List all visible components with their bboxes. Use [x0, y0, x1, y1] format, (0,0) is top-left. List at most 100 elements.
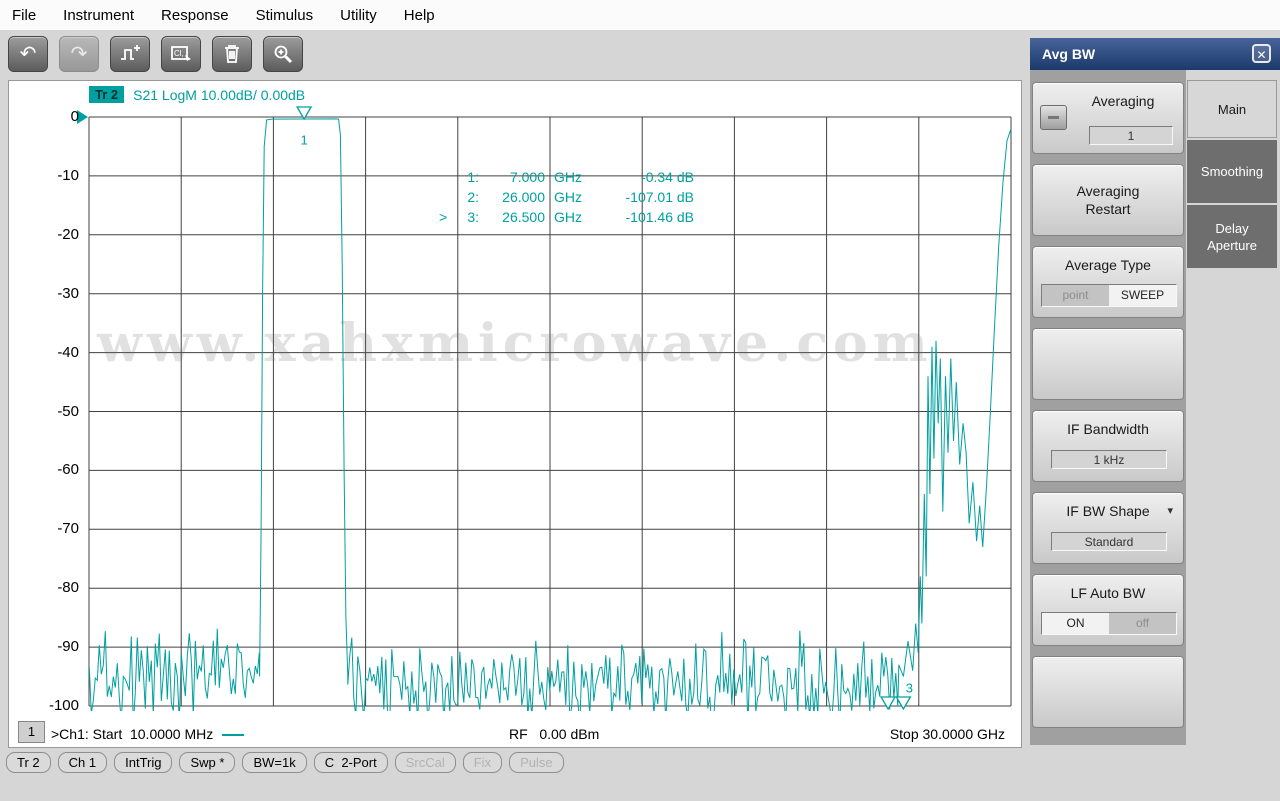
y-axis-tick-label: -70	[35, 520, 79, 537]
menu-utility[interactable]: Utility	[340, 7, 377, 24]
if-bw-shape-label: IF BW Shape	[1033, 503, 1183, 519]
marker-unit: GHz	[545, 207, 602, 227]
marker-unit: GHz	[545, 167, 602, 187]
waveform-add-button[interactable]	[110, 36, 150, 72]
status-trigger[interactable]: IntTrig	[114, 752, 172, 773]
chart-panel: 13 Tr 2 S21 LogM 10.00dB/ 0.00dB 0-10-20…	[8, 80, 1022, 748]
marker-freq: 7.000	[479, 167, 545, 187]
panel-title: Avg BW	[1042, 46, 1095, 62]
panel-header[interactable]: Avg BW ✕	[1030, 38, 1280, 70]
zoom-in-icon	[272, 43, 294, 65]
avg-bw-panel: Avg BW ✕ Averaging 1 Averaging Restart A…	[1030, 38, 1280, 745]
average-type-point-option[interactable]: point	[1042, 285, 1109, 306]
stimulus-stop-label[interactable]: Stop 30.0000 GHz	[890, 726, 1005, 742]
y-axis-tick-label: -20	[35, 226, 79, 243]
close-button[interactable]: ✕	[1252, 44, 1271, 63]
y-axis-tick-label: -60	[35, 461, 79, 478]
undo-icon: ↶	[20, 44, 37, 64]
y-axis-tick-label: -100	[35, 697, 79, 714]
marker-active-flag: >	[439, 207, 453, 227]
marker-value: -0.34 dB	[602, 167, 694, 187]
averaging-restart-button[interactable]: Averaging Restart	[1032, 164, 1184, 236]
if-bw-shape-value[interactable]: Standard	[1051, 532, 1167, 551]
svg-text:1: 1	[300, 133, 307, 148]
averaging-restart-label: Averaging Restart	[1033, 182, 1183, 218]
menu-instrument[interactable]: Instrument	[63, 7, 134, 24]
marker-value: -101.46 dB	[602, 207, 694, 227]
trace-header: Tr 2 S21 LogM 10.00dB/ 0.00dB	[89, 86, 305, 103]
status-bandwidth[interactable]: BW=1k	[242, 752, 306, 773]
y-axis-tick-label: -50	[35, 403, 79, 420]
lf-auto-bw-off-option[interactable]: off	[1109, 613, 1176, 634]
status-cal[interactable]: C 2-Port	[314, 752, 388, 773]
lf-auto-bw-label: LF Auto BW	[1033, 585, 1183, 601]
marker-freq: 26.000	[479, 187, 545, 207]
status-fix: Fix	[463, 752, 502, 773]
lf-auto-bw-button[interactable]: LF Auto BW ON off	[1032, 574, 1184, 646]
rf-power-label[interactable]: RF 0.00 dBm	[509, 726, 599, 742]
marker-readout-row-1: 1: 7.000 GHz -0.34 dB	[439, 167, 694, 187]
if-bandwidth-button[interactable]: IF Bandwidth 1 kHz	[1032, 410, 1184, 482]
y-axis-tick-label: -80	[35, 579, 79, 596]
delete-button[interactable]	[212, 36, 252, 72]
average-type-button[interactable]: Average Type point SWEEP	[1032, 246, 1184, 318]
if-bandwidth-value[interactable]: 1 kHz	[1051, 450, 1167, 469]
marker-id: 3:	[453, 207, 479, 227]
marker-readout: 1: 7.000 GHz -0.34 dB 2: 26.000 GHz -107…	[439, 167, 694, 227]
menu-file[interactable]: File	[12, 7, 36, 24]
marker-freq: 26.500	[479, 207, 545, 227]
marker-active-flag	[439, 187, 453, 207]
trace-badge[interactable]: Tr 2	[89, 86, 124, 103]
tab-main[interactable]: Main	[1187, 80, 1277, 138]
menu-response[interactable]: Response	[161, 7, 229, 24]
trace-color-legend	[222, 734, 244, 736]
zoom-in-button[interactable]	[263, 36, 303, 72]
channel-badge[interactable]: 1	[18, 721, 45, 743]
status-bar: Tr 2 Ch 1 IntTrig Swp * BW=1k C 2-Port S…	[0, 752, 1030, 773]
y-axis-tick-label: -40	[35, 344, 79, 361]
marker-id: 1:	[453, 167, 479, 187]
tab-smoothing[interactable]: Smoothing	[1187, 140, 1277, 203]
tab-delay-aperture[interactable]: Delay Aperture	[1187, 205, 1277, 268]
status-srccal: SrcCal	[395, 752, 456, 773]
averaging-toggle[interactable]	[1040, 105, 1067, 130]
svg-text:Cl,: Cl,	[174, 49, 184, 58]
y-axis-tick-label: -90	[35, 638, 79, 655]
marker-unit: GHz	[545, 187, 602, 207]
average-type-sweep-option[interactable]: SWEEP	[1109, 285, 1176, 306]
trace-title: S21 LogM 10.00dB/ 0.00dB	[133, 87, 305, 103]
trash-icon	[221, 43, 243, 65]
status-trace[interactable]: Tr 2	[6, 752, 51, 773]
redo-icon: ↷	[71, 44, 88, 64]
redo-button: ↷	[59, 36, 99, 72]
lf-auto-bw-segmented[interactable]: ON off	[1041, 612, 1177, 635]
stimulus-start-label[interactable]: >Ch1: Start 10.0000 MHz	[51, 726, 244, 742]
chevron-down-icon: ▾	[1167, 504, 1173, 517]
averaging-label: Averaging	[1069, 93, 1177, 109]
status-channel[interactable]: Ch 1	[58, 752, 107, 773]
lf-auto-bw-on-option[interactable]: ON	[1042, 613, 1109, 634]
undo-button[interactable]: ↶	[8, 36, 48, 72]
marker-readout-row-3: > 3: 26.500 GHz -101.46 dB	[439, 207, 694, 227]
y-axis-tick-label: -30	[35, 285, 79, 302]
blank-button-1	[1032, 328, 1184, 400]
status-sweep[interactable]: Swp *	[179, 752, 235, 773]
average-type-segmented[interactable]: point SWEEP	[1041, 284, 1177, 307]
menu-stimulus[interactable]: Stimulus	[256, 7, 314, 24]
marker-value: -107.01 dB	[602, 187, 694, 207]
menu-bar: File Instrument Response Stimulus Utilit…	[0, 0, 1280, 30]
averaging-value[interactable]: 1	[1089, 126, 1173, 145]
if-bw-shape-button[interactable]: IF BW Shape ▾ Standard	[1032, 492, 1184, 564]
clear-display-button[interactable]: Cl,	[161, 36, 201, 72]
y-axis-tick-label: -10	[35, 167, 79, 184]
menu-help[interactable]: Help	[404, 7, 435, 24]
marker-id: 2:	[453, 187, 479, 207]
marker-readout-row-2: 2: 26.000 GHz -107.01 dB	[439, 187, 694, 207]
close-icon: ✕	[1256, 48, 1266, 62]
svg-text:3: 3	[906, 681, 913, 696]
clear-display-icon: Cl,	[170, 43, 192, 65]
average-type-label: Average Type	[1033, 257, 1183, 273]
marker-active-flag	[439, 167, 453, 187]
averaging-button[interactable]: Averaging 1	[1032, 82, 1184, 154]
waveform-add-icon	[119, 43, 141, 65]
